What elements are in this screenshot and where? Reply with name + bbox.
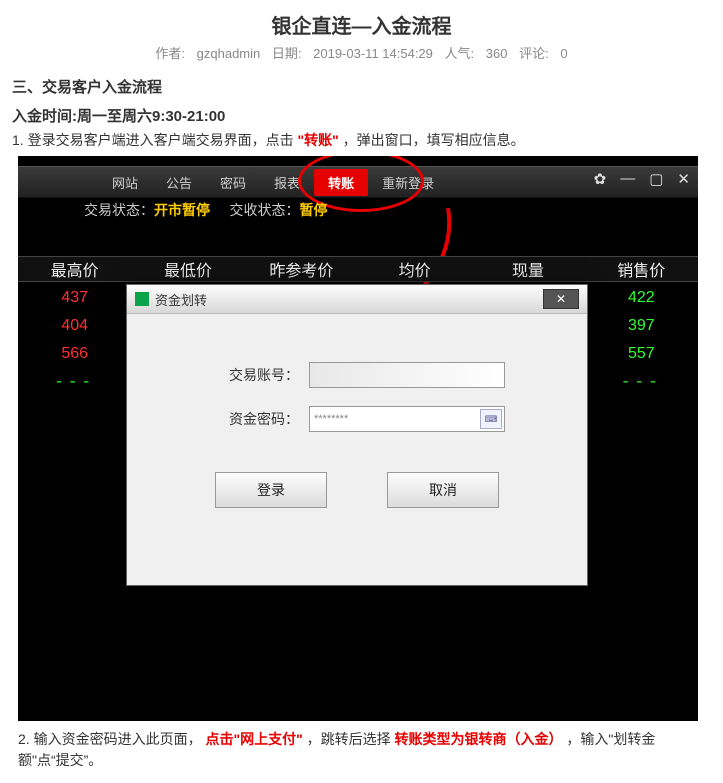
status-settle-label: 交收状态：	[229, 202, 299, 218]
step1-red: "转账"	[297, 132, 338, 148]
status-settle-value: 暂停	[299, 202, 327, 218]
menu-website[interactable]: 网站	[98, 169, 152, 196]
step1-post: ，弹出窗口，填写相应信息。	[343, 132, 525, 148]
meta-pop: 360	[486, 46, 508, 61]
password-input[interactable]: ******** ⌨	[309, 406, 505, 432]
status-line: 交易状态：开市暂停 交收状态：暂停	[84, 200, 327, 220]
account-label: 交易账号：	[209, 365, 299, 385]
password-row: 资金密码： ******** ⌨	[127, 406, 587, 432]
col-low: 最低价	[131, 257, 244, 281]
password-mask: ********	[314, 413, 348, 425]
meta-pop-label: 人气:	[445, 46, 475, 61]
meta-author-label: 作者:	[155, 46, 185, 61]
step2-red2: 转账类型为银转商（入金）	[395, 731, 563, 747]
deposit-time-line: 入金时间:周一至周六9:30-21:00	[12, 105, 711, 126]
status-trade-label: 交易状态：	[84, 202, 154, 218]
col-ref: 昨参考价	[245, 257, 358, 281]
meta-comment: 0	[560, 46, 567, 61]
dialog-title: 资金划转	[155, 290, 207, 309]
keyboard-icon[interactable]: ⌨	[480, 409, 502, 429]
col-avg: 均价	[358, 257, 471, 281]
password-label: 资金密码：	[209, 409, 299, 429]
dialog-titlebar: 资金划转 ✕	[127, 285, 587, 314]
step2-pre: 2. 输入资金密码进入此页面，	[18, 731, 202, 747]
cell-sale: 422	[585, 289, 698, 307]
step2-red1: 点击"网上支付"	[205, 731, 302, 747]
dialog-close-button[interactable]: ✕	[543, 289, 579, 309]
funds-transfer-dialog: 资金划转 ✕ 交易账号： 资金密码： ******** ⌨ 登录	[126, 284, 588, 586]
meta-comment-label: 评论:	[519, 46, 549, 61]
meta-date-label: 日期:	[272, 46, 302, 61]
article-meta: 作者: gzqhadmin 日期: 2019-03-11 14:54:29 人气…	[12, 43, 711, 62]
login-button[interactable]: 登录	[215, 472, 327, 508]
close-icon[interactable]: ✕	[677, 170, 690, 188]
col-sale: 销售价	[585, 257, 698, 281]
window-buttons: ✿ — ▢ ✕	[594, 170, 690, 188]
step2-mid: ，跳转后选择	[307, 731, 391, 747]
cell-sale: 557	[585, 345, 698, 363]
dialog-app-icon	[135, 292, 149, 306]
minimize-icon[interactable]: —	[620, 170, 635, 188]
maximize-icon[interactable]: ▢	[649, 170, 663, 188]
step1-line: 1. 登录交易客户端进入客户端交易界面，点击 "转账" ，弹出窗口，填写相应信息…	[12, 130, 711, 150]
section-heading: 三、交易客户入金流程	[12, 76, 711, 97]
col-vol: 现量	[471, 257, 584, 281]
cell-dash: ---	[18, 373, 131, 391]
meta-date: 2019-03-11 14:54:29	[313, 46, 433, 61]
menu-notice[interactable]: 公告	[152, 169, 206, 196]
cell-high: 404	[18, 317, 131, 335]
col-high: 最高价	[18, 257, 131, 281]
app-screenshot: 网站 公告 密码 报表 转账 重新登录 ✿ — ▢ ✕ 交易状态：开市暂停 交收…	[18, 156, 698, 721]
account-input[interactable]	[309, 362, 505, 388]
cell-high: 437	[18, 289, 131, 307]
cell-dash: ---	[585, 373, 698, 391]
dialog-button-row: 登录 取消	[127, 472, 587, 508]
step1-pre: 1. 登录交易客户端进入客户端交易界面，点击	[12, 132, 294, 148]
meta-author: gzqhadmin	[197, 46, 261, 61]
cell-high: 566	[18, 345, 131, 363]
gear-icon[interactable]: ✿	[594, 170, 607, 188]
status-trade-value: 开市暂停	[154, 202, 210, 218]
account-row: 交易账号：	[127, 362, 587, 388]
price-header-row: 最高价 最低价 昨参考价 均价 现量 销售价	[18, 256, 698, 282]
step2-line: 2. 输入资金密码进入此页面， 点击"网上支付" ，跳转后选择 转账类型为银转商…	[18, 729, 705, 771]
article-title: 银企直连—入金流程	[12, 10, 711, 39]
menu-password[interactable]: 密码	[206, 169, 260, 196]
cancel-button[interactable]: 取消	[387, 472, 499, 508]
cell-sale: 397	[585, 317, 698, 335]
